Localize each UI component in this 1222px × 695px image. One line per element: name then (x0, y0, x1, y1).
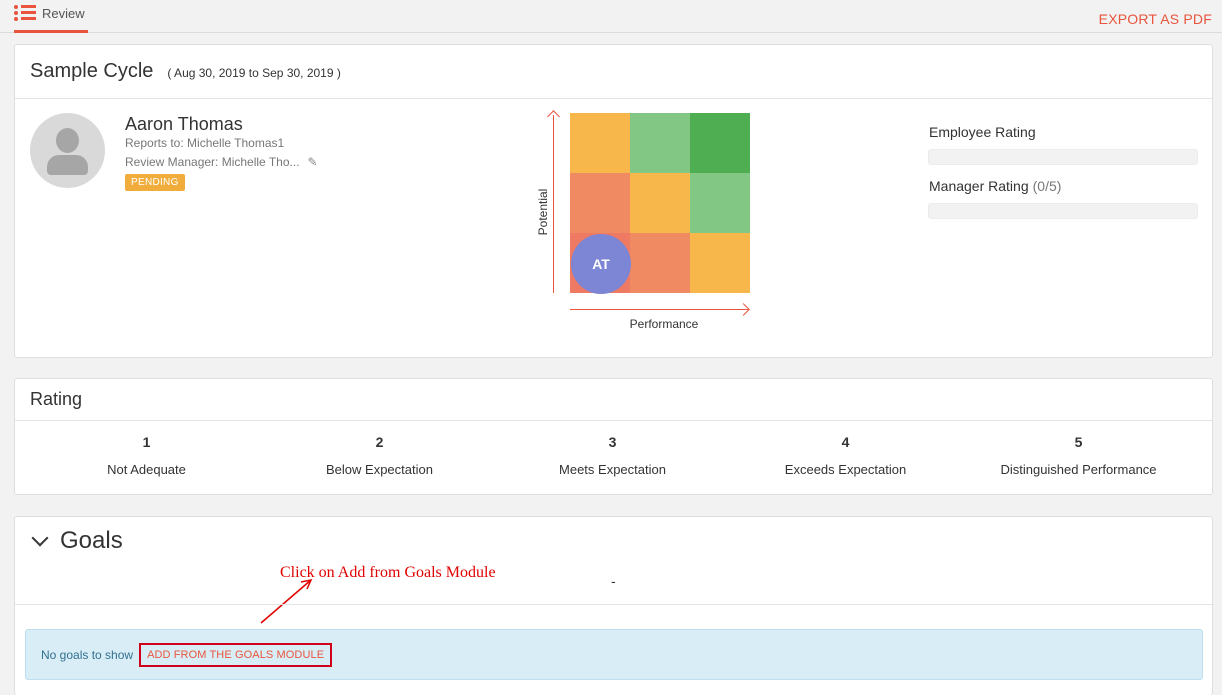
goals-title: Goals (60, 527, 123, 554)
performance-axis-line (570, 309, 748, 310)
employee-rating-text: Employee Rating (929, 124, 1036, 140)
manager-rating-count: (0/5) (1032, 178, 1062, 194)
avatar (30, 113, 105, 188)
pencil-icon[interactable]: ✎ (308, 155, 318, 169)
scale-text: Meets Expectation (559, 462, 666, 477)
review-cycle-card: Sample Cycle ( Aug 30, 2019 to Sep 30, 2… (14, 44, 1213, 358)
potential-axis-arrow (547, 110, 560, 123)
employee-rating-label: Employee Rating (929, 124, 1036, 140)
review-manager-text: Review Manager: Michelle Tho... (125, 155, 300, 169)
goals-dash: - (611, 573, 616, 589)
nine-box-cell (630, 113, 690, 173)
reports-to: Reports to: Michelle Thomas1 (125, 136, 285, 150)
user-icon-body (47, 155, 88, 175)
employee-initials-bubble[interactable]: AT (571, 234, 631, 294)
rating-title: Rating (15, 379, 1212, 421)
scale-item: 2 Below Expectation (263, 434, 496, 477)
scale-item: 3 Meets Expectation (496, 434, 729, 477)
scale-text: Distinguished Performance (1000, 462, 1157, 477)
top-bar: Review EXPORT AS PDF (0, 0, 1222, 33)
manager-rating-label: Manager Rating (0/5) (929, 178, 1061, 194)
goals-divider (15, 604, 1214, 605)
manager-rating-bar (928, 203, 1198, 219)
scale-number: 5 (1074, 434, 1083, 450)
performance-axis-arrow (737, 303, 750, 316)
scale-number: 1 (142, 434, 151, 450)
nine-box-cell (570, 173, 630, 233)
scale-text: Exceeds Expectation (784, 462, 907, 477)
goals-card: Goals Click on Add from Goals Module - N… (14, 516, 1214, 695)
rating-card: Rating 1 Not Adequate 2 Below Expectatio… (14, 378, 1213, 495)
tab-review[interactable]: Review (14, 0, 88, 33)
nine-box-cell (630, 173, 690, 233)
potential-axis-line (553, 115, 554, 293)
scale-text: Not Adequate (107, 462, 186, 477)
scale-number: 2 (375, 434, 384, 450)
employee-rating-bar (928, 149, 1198, 165)
nine-box-cell (690, 113, 750, 173)
tab-review-label: Review (42, 5, 85, 21)
goals-header[interactable]: Goals (30, 527, 123, 555)
scale-text: Below Expectation (326, 462, 433, 477)
nine-box-cell (630, 233, 690, 293)
scale-number: 3 (608, 434, 617, 450)
rating-scale: 1 Not Adequate 2 Below Expectation 3 Mee… (15, 434, 1214, 477)
nine-box-cell (690, 173, 750, 233)
review-manager: Review Manager: Michelle Tho... ✎ (125, 155, 318, 169)
user-icon-head (56, 128, 79, 153)
employee-name: Aaron Thomas (125, 114, 243, 134)
scale-item: 4 Exceeds Expectation (729, 434, 962, 477)
scale-number: 4 (841, 434, 850, 450)
nine-box-cell (690, 233, 750, 293)
no-goals-text: No goals to show (41, 647, 134, 662)
manager-rating-text: Manager Rating (929, 178, 1029, 194)
export-pdf-link[interactable]: EXPORT AS PDF (1099, 11, 1212, 27)
add-from-goals-module-button[interactable]: ADD FROM THE GOALS MODULE (139, 642, 333, 667)
chevron-down-icon[interactable] (31, 529, 49, 547)
cycle-dates: ( Aug 30, 2019 to Sep 30, 2019 ) (167, 66, 341, 80)
scale-item: 5 Distinguished Performance (962, 434, 1195, 477)
status-badge: PENDING (125, 174, 185, 191)
annotation-arrow-icon (260, 578, 313, 624)
nine-box-cell (570, 113, 630, 173)
scale-item: 1 Not Adequate (30, 434, 263, 477)
no-goals-alert: No goals to show ADD FROM THE GOALS MODU… (25, 629, 1203, 680)
list-icon (14, 4, 36, 22)
cycle-title: Sample Cycle (30, 60, 154, 82)
cycle-header: Sample Cycle ( Aug 30, 2019 to Sep 30, 2… (15, 45, 1212, 99)
performance-axis-label: Performance (629, 317, 699, 331)
potential-axis-label: Potential (536, 188, 550, 236)
